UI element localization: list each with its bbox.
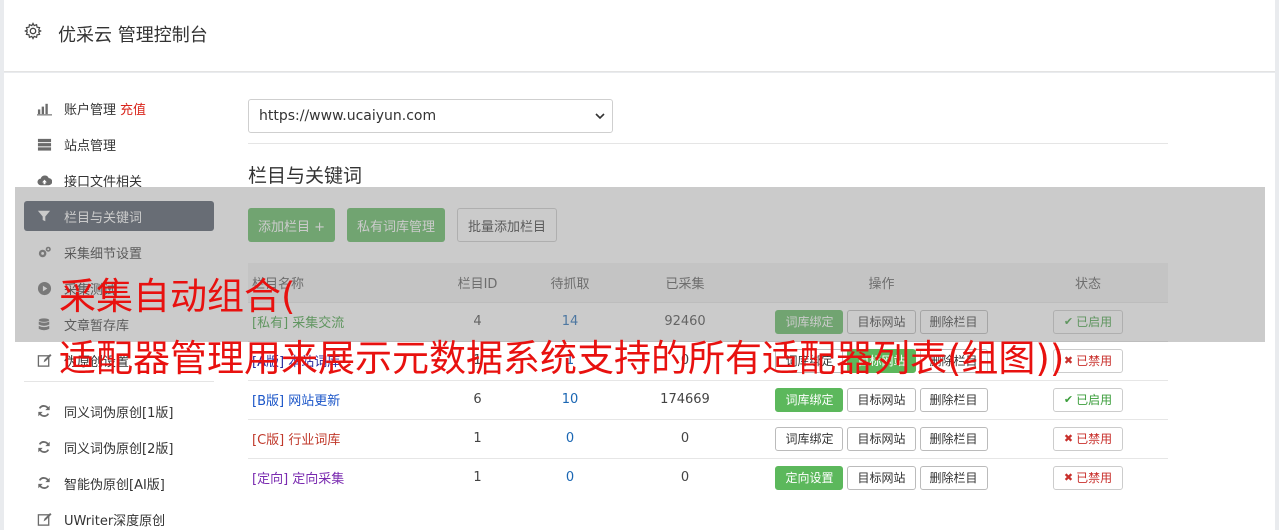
- sidebar-item-uwriter[interactable]: UWriter深度原创: [24, 504, 214, 530]
- pending-count-link[interactable]: 0: [566, 431, 574, 446]
- table-row: [B版] 网站更新 6 10 174669 词库绑定 目标网站 删除栏目 ✔ 已启用: [248, 379, 1168, 419]
- column-tag: [B版]: [252, 394, 285, 409]
- status-label: 已启用: [1076, 393, 1113, 407]
- status-label: 已禁用: [1076, 471, 1113, 486]
- bind-library-button[interactable]: 词库绑定: [775, 426, 844, 451]
- collected-count: 0: [615, 418, 755, 458]
- table-row: [定向] 定向采集 1 0 0 定向设置 目标网站 删除栏目 ✖ 已禁用: [248, 457, 1168, 497]
- divider: [248, 143, 1168, 144]
- pending-count-link[interactable]: 0: [566, 470, 574, 485]
- bind-library-button[interactable]: 词库绑定: [775, 387, 844, 412]
- cross-icon: ✖: [1063, 354, 1074, 367]
- sidebar-item-synonym-v2[interactable]: 同义词伪原创[2版]: [24, 432, 214, 462]
- edit-icon: [36, 511, 52, 527]
- column-name-link[interactable]: 行业词库: [288, 433, 340, 448]
- chevron-down-icon: [594, 110, 606, 122]
- check-icon: ✔: [1063, 393, 1074, 406]
- refresh-icon: [36, 475, 52, 491]
- column-tag: [C版]: [252, 433, 285, 448]
- target-site-button[interactable]: 目标网站: [847, 465, 916, 490]
- column-id: 1: [430, 457, 525, 497]
- column-id: 1: [430, 418, 525, 458]
- cross-icon: ✖: [1063, 432, 1074, 445]
- status-toggle[interactable]: ✖ 已禁用: [1052, 426, 1124, 451]
- column-id: 6: [430, 379, 525, 419]
- sidebar-item-account[interactable]: 账户管理 充值: [24, 93, 214, 123]
- collected-count: 174669: [615, 379, 755, 419]
- sidebar-item-label: 站点管理: [64, 138, 117, 154]
- top-header: 优采云 管理控制台: [4, 0, 1275, 72]
- status-toggle[interactable]: ✔ 已启用: [1052, 387, 1124, 412]
- cloud-upload-icon: [36, 172, 52, 188]
- delete-column-button[interactable]: 删除栏目: [919, 426, 988, 451]
- watermark-caption-line1: 采集自动组合(: [59, 275, 296, 318]
- status-label: 已禁用: [1076, 354, 1113, 368]
- column-tag: [定向]: [252, 472, 289, 488]
- table-row: [C版] 行业词库 1 0 0 词库绑定 目标网站 删除栏目 ✖ 已禁用: [248, 418, 1168, 458]
- status-label: 已禁用: [1076, 432, 1113, 446]
- refresh-icon: [36, 439, 52, 455]
- target-site-button[interactable]: 目标网站: [847, 387, 916, 412]
- column-name-link[interactable]: 定向采集: [292, 472, 344, 487]
- sidebar-item-sites[interactable]: 站点管理: [24, 129, 214, 159]
- watermark-caption-line2: 适配器管理用来展示元数据系统支持的所有适配器列表(组图)): [59, 337, 1065, 380]
- directed-settings-button[interactable]: 定向设置: [775, 465, 844, 490]
- server-icon: [36, 136, 52, 152]
- page-title: 优采云 管理控制台: [58, 25, 208, 46]
- site-select[interactable]: https://www.ucaiyun.com: [248, 99, 613, 133]
- edit-icon: [36, 352, 52, 368]
- chart-icon: [36, 100, 52, 116]
- pending-count-link[interactable]: 10: [562, 392, 579, 407]
- delete-column-button[interactable]: 删除栏目: [919, 387, 988, 412]
- site-select-value: https://www.ucaiyun.com: [259, 108, 437, 124]
- column-name-link[interactable]: 网站更新: [288, 394, 340, 409]
- refresh-icon: [36, 403, 52, 419]
- sidebar-item-label: UWriter深度原创: [64, 513, 166, 529]
- recharge-link[interactable]: 充值: [120, 99, 146, 118]
- status-toggle[interactable]: ✖ 已禁用: [1052, 465, 1124, 490]
- delete-column-button[interactable]: 删除栏目: [919, 465, 988, 490]
- cross-icon: ✖: [1063, 471, 1074, 485]
- sidebar-item-synonym-v1[interactable]: 同义词伪原创[1版]: [24, 396, 214, 426]
- section-title: 栏目与关键词: [248, 165, 363, 187]
- sidebar-item-label: 同义词伪原创[2版]: [64, 441, 174, 457]
- sidebar-item-label: 智能伪原创[AI版]: [64, 477, 165, 493]
- sidebar-item-ai-rewrite[interactable]: 智能伪原创[AI版]: [24, 468, 214, 498]
- sidebar-item-label: 同义词伪原创[1版]: [64, 405, 174, 421]
- target-site-button[interactable]: 目标网站: [847, 426, 916, 451]
- sidebar-item-label: 账户管理: [64, 102, 117, 118]
- collected-count: 0: [615, 457, 755, 497]
- gear-icon: [24, 22, 44, 42]
